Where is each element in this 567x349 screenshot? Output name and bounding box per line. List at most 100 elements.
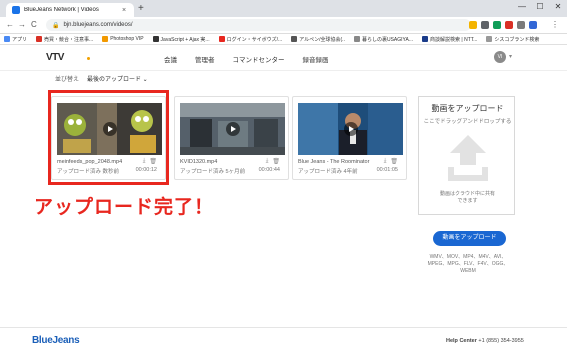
- url-text: bjn.bluejeans.com/videos/: [63, 22, 133, 28]
- extension-icon[interactable]: [481, 21, 489, 29]
- trash-icon[interactable]: 🗑: [390, 158, 398, 165]
- sort-bar: 並び替え 最後のアップロード ⌄: [55, 74, 148, 83]
- formats-line2: MPEG、MPG、FLV、F4V、OGG、: [427, 261, 509, 267]
- extension-icon[interactable]: [493, 21, 501, 29]
- bookmark-favicon-icon: [353, 36, 360, 42]
- formats-line3: WEBM: [460, 268, 476, 274]
- help-center-link[interactable]: Help Center: [446, 338, 477, 344]
- upload-complete-annotation: アップロード完了！: [34, 197, 215, 218]
- vtv-logo[interactable]: VTV: [46, 52, 64, 63]
- user-avatar[interactable]: VI: [494, 51, 506, 63]
- upload-dropzone[interactable]: 動画をアップロード ここでドラッグアンドドロップする 動画はクラウド中に共有 で…: [418, 96, 515, 215]
- window-controls: — ☐ ✕: [513, 0, 567, 14]
- bookmark-label: 売買・競合・注意事...: [44, 36, 94, 43]
- bluejeans-logo[interactable]: BlueJeans: [32, 335, 80, 346]
- forward-button[interactable]: →: [18, 20, 26, 29]
- upload-title: 動画をアップロード: [431, 104, 504, 113]
- back-button[interactable]: ←: [6, 20, 14, 29]
- sort-label: 並び替え: [55, 77, 80, 83]
- footer: BlueJeans Help Center +1 (855) 354-3955: [0, 327, 567, 349]
- upload-arrow-icon: [448, 135, 488, 181]
- bookmark-favicon-icon: [152, 36, 159, 42]
- lock-icon: 🔒: [52, 22, 60, 29]
- browser-menu-icon[interactable]: ⋮: [551, 20, 559, 29]
- bookmark-item[interactable]: ログイン・サイボウズ/...: [218, 36, 283, 43]
- nav-recordings[interactable]: 録音録画: [303, 54, 329, 64]
- video-card[interactable]: Blue Jeans - The Roominator アップロード済み 4年前…: [292, 96, 407, 180]
- bookmark-item[interactable]: 売買・競合・注意事...: [36, 36, 93, 43]
- trash-icon[interactable]: 🗑: [272, 158, 280, 165]
- browser-tab-bar: BlueJeans Network | Videos × + — ☐ ✕: [0, 0, 567, 17]
- bookmark-favicon-icon: [486, 36, 493, 42]
- video-duration: 00:01:05: [376, 167, 398, 173]
- nav-command-center[interactable]: コマンドセンター: [233, 54, 285, 64]
- bookmark-label: JavaScript + Ajax 実...: [160, 36, 210, 43]
- bookmark-item[interactable]: シスコブランド検索: [486, 36, 539, 43]
- play-icon[interactable]: [225, 122, 240, 136]
- video-upload-time: アップロード済み 4年前: [298, 169, 358, 175]
- bookmark-label: アプリ: [12, 36, 28, 43]
- nav-meetings[interactable]: 会議: [164, 54, 177, 64]
- address-bar-row: ← → C 🔒 bjn.bluejeans.com/videos/ ⋮: [0, 17, 567, 34]
- video-thumbnail[interactable]: [298, 103, 403, 155]
- bookmark-favicon-icon: [36, 36, 43, 42]
- video-name[interactable]: KVID1320.mp4: [180, 159, 217, 165]
- maximize-button[interactable]: ☐: [531, 0, 549, 14]
- minimize-button[interactable]: —: [513, 0, 531, 14]
- reload-button[interactable]: C: [31, 20, 37, 29]
- new-tab-button[interactable]: +: [138, 3, 144, 14]
- bookmark-label: シスコブランド検索: [494, 36, 540, 43]
- bookmark-favicon-icon: [218, 36, 225, 42]
- sort-dropdown[interactable]: 最後のアップロード ⌄: [87, 74, 148, 83]
- logo-dot: [87, 57, 90, 60]
- star-bookmark-icon[interactable]: [469, 21, 477, 29]
- chevron-down-icon[interactable]: ▾: [509, 53, 512, 60]
- cloud-note-line2: できます: [457, 198, 478, 204]
- bookmark-label: ログイン・サイボウズ/...: [226, 36, 283, 43]
- url-bar[interactable]: 🔒 bjn.bluejeans.com/videos/: [46, 19, 471, 31]
- bluejeans-favicon-icon: [12, 6, 20, 14]
- video-actions: ⤓ 🗑: [384, 158, 398, 165]
- video-name[interactable]: Blue Jeans - The Roominator: [298, 159, 369, 165]
- extension-icon[interactable]: [505, 21, 513, 29]
- download-icon[interactable]: ⤓: [384, 158, 387, 165]
- tab-close-icon[interactable]: ×: [122, 7, 130, 14]
- video-duration: 00:00:44: [258, 167, 280, 173]
- play-icon[interactable]: [343, 122, 358, 136]
- upload-subtitle: ここでドラッグアンドドロップする: [423, 119, 512, 125]
- app-header: VTV 会議 管理者 コマンドセンター 録音録画 VI ▾: [0, 45, 567, 71]
- extension-icons: [469, 21, 537, 29]
- video-card[interactable]: KVID1320.mp4 アップロード済み 5ヶ月前 ⤓ 🗑 00:00:44: [174, 96, 289, 180]
- highlight-frame: [48, 90, 169, 185]
- bookmark-favicon-icon: [422, 36, 428, 42]
- profile-icon[interactable]: [529, 21, 537, 29]
- help-center: Help Center +1 (855) 354-3955: [446, 338, 524, 344]
- cloud-note-line1: 動画はクラウド中に共有: [439, 191, 495, 197]
- bookmarks-bar: アプリ 売買・競合・注意事... Photoshop VIP JavaScript +…: [0, 34, 567, 45]
- video-upload-time: アップロード済み 5ヶ月前: [180, 169, 246, 175]
- bookmark-item[interactable]: アプリ: [4, 36, 27, 43]
- bookmark-label: アルペン/全球協会(..: [299, 36, 345, 43]
- supported-formats: WMV、MOV、MP4、M4V、AVI、 MPEG、MPG、FLV、F4V、OG…: [423, 254, 513, 275]
- browser-tab[interactable]: BlueJeans Network | Videos ×: [6, 3, 134, 17]
- bookmark-label: Photoshop VIP: [110, 36, 144, 42]
- bookmark-item[interactable]: 暮らしの裏USAGIYA...: [353, 36, 413, 43]
- bookmark-item[interactable]: アルペン/全球協会(..: [291, 36, 345, 43]
- bookmark-item[interactable]: JavaScript + Ajax 実...: [152, 36, 210, 43]
- tab-title: BlueJeans Network | Videos: [24, 7, 99, 13]
- download-icon[interactable]: ⤓: [266, 158, 269, 165]
- extension-icon[interactable]: [517, 21, 525, 29]
- close-window-button[interactable]: ✕: [549, 0, 567, 14]
- bookmark-item[interactable]: Photoshop VIP: [102, 36, 144, 42]
- video-actions: ⤓ 🗑: [266, 158, 280, 165]
- formats-line1: WMV、MOV、MP4、M4V、AVI、: [429, 254, 507, 260]
- video-thumbnail[interactable]: [180, 103, 285, 155]
- upload-video-button[interactable]: 動画をアップロード: [433, 231, 506, 246]
- bookmark-favicon-icon: [102, 36, 109, 42]
- bookmark-label: 暮らしの裏USAGIYA...: [361, 36, 413, 43]
- help-phone: +1 (855) 354-3955: [478, 338, 524, 344]
- bookmark-item[interactable]: 商談解説検索 | NTT...: [422, 36, 477, 43]
- bookmark-label: 商談解説検索 | NTT...: [430, 36, 478, 43]
- upload-cloud-note: 動画はクラウド中に共有 できます: [419, 191, 516, 205]
- nav-admin[interactable]: 管理者: [195, 54, 215, 64]
